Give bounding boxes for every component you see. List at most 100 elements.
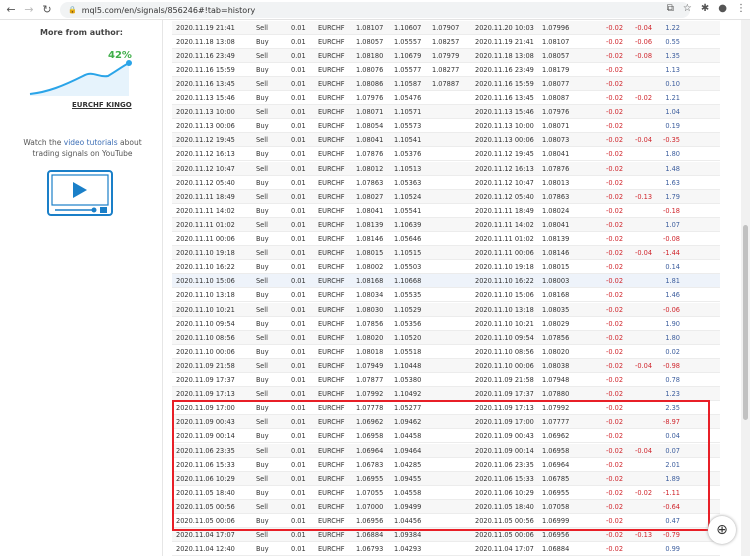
cell-close-price: 1.08107 [542,37,570,46]
cell-stop-loss: 1.05380 [394,376,422,384]
cell-volume: 0.01 [291,531,306,540]
table-row[interactable]: 2020.11.11 18:49 Sell 0.01 EURCHF 1.08027 1.1… [172,189,720,204]
cell-close-time: 2020.11.10 19:18 [475,263,534,272]
watch-text: Watch the video tutorials about trading … [10,137,155,159]
cell-volume: 0.01 [291,263,306,272]
table-row[interactable]: 2020.11.18 13:08 Buy 0.01 EURCHF 1.08057 1.05… [172,35,720,49]
cell-commission: -0.02 [606,164,624,173]
table-row[interactable]: 2020.11.11 00:06 Buy 0.01 EURCHF 1.08146 1.05… [172,232,720,247]
cell-volume: 0.01 [291,347,306,356]
signal-link[interactable]: EURCHF KINGO [72,101,132,109]
cell-open-price: 1.08054 [356,122,384,131]
profile-icon[interactable]: ● [718,3,727,14]
cell-open-time: 2020.11.10 09:54 [176,319,235,328]
cell-profit: 0.19 [665,122,680,131]
cell-close-time: 2020.11.12 10:47 [475,178,534,187]
cell-type: Buy [256,206,269,215]
cell-profit: -0.06 [662,305,680,314]
cell-type: Buy [256,263,269,272]
cell-close-price: 1.08020 [542,347,570,356]
table-row[interactable]: 2020.11.11 14:02 Buy 0.01 EURCHF 1.08041 1.05… [172,204,720,218]
cell-commission: -0.02 [606,347,624,356]
cell-type: Buy [256,122,269,131]
zoom-in-button[interactable]: ⊕ [708,516,736,544]
forward-icon[interactable]: → [22,3,36,16]
cell-symbol: EURCHF [318,51,345,60]
table-row[interactable]: 2020.11.09 21:58 Sell 0.01 EURCHF 1.07949 1.1… [172,358,720,373]
cell-open-time: 2020.11.13 15:46 [176,94,235,102]
table-row[interactable]: 2020.11.13 15:46 Buy 0.01 EURCHF 1.07976 1.05… [172,91,720,106]
table-row[interactable]: 2020.11.13 00:06 Buy 0.01 EURCHF 1.08054 1.05… [172,119,720,134]
cell-close-time: 2020.11.18 13:08 [475,51,534,60]
cell-open-price: 1.08027 [356,192,384,201]
cell-open-price: 1.08041 [356,136,384,145]
menu-icon[interactable]: ⋮ [736,3,746,14]
cell-take-profit: 1.07887 [432,79,460,88]
table-row[interactable]: 2020.11.13 10:00 Sell 0.01 EURCHF 1.08071 1.1… [172,105,720,120]
table-row[interactable]: 2020.11.11 01:02 Sell 0.01 EURCHF 1.08139 1.1… [172,217,720,232]
cell-profit: 1.35 [665,51,680,60]
cell-close-price: 1.06956 [542,531,570,540]
table-row[interactable]: 2020.11.10 13:18 Buy 0.01 EURCHF 1.08034 1.05… [172,288,720,303]
table-row[interactable]: 2020.11.10 08:56 Sell 0.01 EURCHF 1.08020 1.1… [172,330,720,345]
cell-type: Sell [256,361,268,370]
cell-volume: 0.01 [291,65,306,74]
extensions-icon[interactable]: ✱ [701,3,709,14]
cell-symbol: EURCHF [318,545,345,554]
cell-stop-loss: 1.10520 [394,333,422,342]
cell-type: Buy [256,319,269,328]
scrollbar-thumb[interactable] [743,225,748,420]
cell-commission: -0.02 [606,150,624,159]
cell-commission: -0.02 [606,220,624,229]
video-player-icon[interactable] [47,170,113,216]
table-row[interactable]: 2020.11.16 23:49 Sell 0.01 EURCHF 1.08180 1.1… [172,48,720,63]
cell-close-price: 1.07948 [542,376,570,384]
cell-profit: 1.63 [665,178,680,187]
cell-symbol: EURCHF [318,122,345,131]
cell-commission: -0.02 [606,263,624,272]
table-row[interactable]: 2020.11.12 05:40 Buy 0.01 EURCHF 1.07863 1.05… [172,176,720,190]
table-row[interactable]: 2020.11.10 16:22 Buy 0.01 EURCHF 1.08002 1.05… [172,260,720,275]
cell-close-price: 1.08015 [542,263,570,272]
table-row[interactable]: 2020.11.10 15:06 Sell 0.01 EURCHF 1.08168 1.1… [172,274,720,289]
cell-volume: 0.01 [291,390,306,399]
cell-open-time: 2020.11.13 10:00 [176,108,235,117]
table-row[interactable]: 2020.11.19 21:41 Sell 0.01 EURCHF 1.08107 1.1… [172,20,720,35]
cell-volume: 0.01 [291,249,306,258]
reload-icon[interactable]: ↻ [40,3,54,16]
cell-close-time: 2020.11.20 10:03 [475,23,534,32]
address-bar[interactable]: 🔒 mql5.com/en/signals/856246#!tab=histor… [60,2,690,18]
cell-open-price: 1.08071 [356,108,384,117]
table-row[interactable]: 2020.11.10 19:18 Sell 0.01 EURCHF 1.08015 1.1… [172,246,720,261]
cell-volume: 0.01 [291,333,306,342]
table-row[interactable]: 2020.11.09 17:37 Buy 0.01 EURCHF 1.07877 1.05… [172,373,720,388]
table-row[interactable]: 2020.11.10 09:54 Buy 0.01 EURCHF 1.07856 1.05… [172,317,720,331]
table-row[interactable]: 2020.11.12 19:45 Sell 0.01 EURCHF 1.08041 1.1… [172,133,720,148]
url-text: mql5.com/en/signals/856246#!tab=history [81,5,256,15]
translate-icon[interactable]: ⧉ [667,3,674,14]
cell-stop-loss: 1.10679 [394,51,422,60]
cell-open-time: 2020.11.13 00:06 [176,122,235,131]
table-row[interactable]: 2020.11.10 10:21 Sell 0.01 EURCHF 1.08030 1.1… [172,302,720,317]
table-row[interactable]: 2020.11.12 16:13 Buy 0.01 EURCHF 1.07876 1.05… [172,147,720,162]
cell-type: Buy [256,347,269,356]
cell-type: Sell [256,136,268,145]
back-icon[interactable]: ← [4,3,18,16]
star-icon[interactable]: ☆ [683,3,692,14]
cell-open-time: 2020.11.16 15:59 [176,65,235,74]
table-row[interactable]: 2020.11.16 15:59 Buy 0.01 EURCHF 1.08076 1.05… [172,63,720,77]
cell-stop-loss: 1.10515 [394,249,422,258]
cell-symbol: EURCHF [318,235,345,243]
more-from-author-title: More from author: [40,28,123,37]
cell-close-time: 2020.11.05 00:06 [475,531,534,540]
table-row[interactable]: 2020.11.04 12:40 Buy 0.01 EURCHF 1.06793 1.04… [172,542,720,556]
cell-open-time: 2020.11.12 05:40 [176,178,235,187]
table-row[interactable]: 2020.11.10 00:06 Buy 0.01 EURCHF 1.08018 1.05… [172,345,720,359]
video-tutorials-link[interactable]: video tutorials [64,138,118,147]
table-row[interactable]: 2020.11.12 10:47 Sell 0.01 EURCHF 1.08012 1.1… [172,161,720,176]
cell-symbol: EURCHF [318,263,345,272]
cell-open-price: 1.07992 [356,390,384,399]
table-row[interactable]: 2020.11.16 13:45 Sell 0.01 EURCHF 1.08086 1.1… [172,76,720,91]
cell-stop-loss: 1.10492 [394,390,422,399]
cell-symbol: EURCHF [318,347,345,356]
